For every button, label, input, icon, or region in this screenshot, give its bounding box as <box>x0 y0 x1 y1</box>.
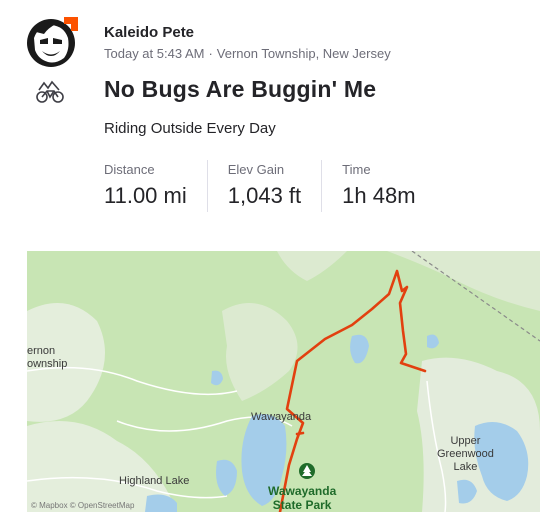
map-label-wawayanda-state-park: Wawayanda State Park <box>268 484 336 512</box>
stat-label: Distance <box>104 162 155 177</box>
activity-title[interactable]: No Bugs Are Buggin' Me <box>104 76 376 103</box>
stat-value: 1h 48m <box>342 183 416 208</box>
map-label-line: Lake <box>453 461 478 473</box>
activity-time: Today at 5:43 AM <box>104 46 205 61</box>
map-label-line: Upper <box>450 435 481 447</box>
map-label-line: State Park <box>272 498 332 512</box>
map-label-line: ernon <box>27 345 56 357</box>
stat-label: Elev Gain <box>227 162 285 177</box>
activity-stats: Distance 11.00 mi Elev Gain 1,043 ft Tim… <box>104 160 436 212</box>
stat-value: 11.00 mi <box>104 183 187 208</box>
map-label-highland-lake: Highland Lake <box>119 475 190 487</box>
map-label-wawayanda: Wawayanda <box>251 411 312 423</box>
route-map[interactable]: ernon ownship Wawayanda Upper Greenwood … <box>27 251 540 512</box>
map-label-line: Greenwood <box>437 448 494 460</box>
activity-meta: Today at 5:43 AM · Vernon Township, New Je… <box>104 46 391 61</box>
subscriber-badge-icon <box>62 15 80 33</box>
mountain-bike-icon <box>35 80 65 104</box>
map-label-upper-greenwood-lake: Upper Greenwood Lake <box>437 435 494 474</box>
stat-time: Time 1h 48m <box>321 160 435 212</box>
activity-description: Riding Outside Every Day <box>104 120 276 137</box>
activity-location: Vernon Township, New Jersey <box>216 46 391 61</box>
map-attribution[interactable]: © Mapbox © OpenStreetMap <box>31 501 134 510</box>
map-label-line: Wawayanda <box>268 484 337 498</box>
map-label-line: ownship <box>27 358 68 370</box>
stat-elevation: Elev Gain 1,043 ft <box>206 160 321 212</box>
stat-distance: Distance 11.00 mi <box>104 160 207 212</box>
athlete-name[interactable]: Kaleido Pete <box>104 24 194 41</box>
map-label-vernon: ernon ownship <box>27 345 67 371</box>
stat-label: Time <box>342 162 371 177</box>
meta-separator: · <box>208 46 213 61</box>
park-marker-icon <box>299 463 315 479</box>
stat-value: 1,043 ft <box>227 183 302 208</box>
